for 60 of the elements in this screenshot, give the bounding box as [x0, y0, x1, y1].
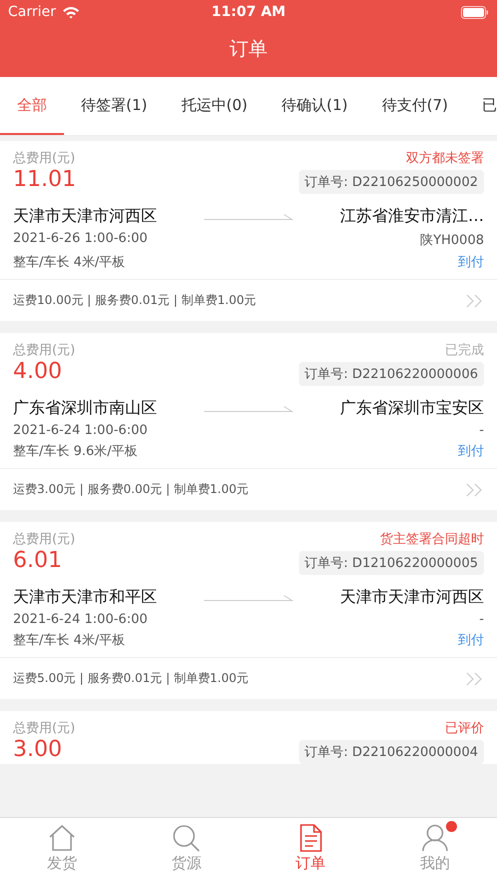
document-icon	[298, 824, 323, 852]
filter-tab[interactable]: 待支付(7)	[364, 77, 465, 135]
total-label: 总费用(元)	[13, 342, 76, 359]
order-status: 双方都未签署	[406, 150, 484, 167]
destination-city: 广东省深圳市宝安区	[340, 398, 484, 419]
fee-breakdown: 运费5.00元 | 服务费0.01元 | 制单费1.00元	[13, 670, 248, 687]
payment-method: 到付	[458, 443, 484, 460]
page-title: 订单	[228, 37, 268, 62]
chevron-icon	[466, 294, 484, 308]
order-card[interactable]: 总费用(元) 11.01 双方都未签署 订单号: D22106250000002 天津市天津市河西区 江苏省淮安市清江… 2021-6-26 1:00-6:00 陕YH0008 整车/车长 4米/平板 到付 运费10.00元 | 服务费0.01元 | 制单费1.00元	[0, 141, 497, 321]
carrier-name: Carrier	[8, 4, 56, 20]
search-icon	[172, 824, 200, 852]
order-card[interactable]: 总费用(元) 4.00 已完成 订单号: D22106220000006 广东省深圳市南山区 广东省深圳市宝安区 2021-6-24 1:00-6:00 - 整车/车长 9.6米/平板 到付 运费3.00元 | 服务费0.00元 | 制单费1.00元	[0, 333, 497, 510]
plate-number: -	[479, 612, 484, 627]
origin-city: 天津市天津市河西区	[13, 206, 157, 227]
person-icon	[420, 824, 449, 852]
plate-number: -	[479, 423, 484, 438]
order-number: 订单号: D22106220000006	[298, 362, 484, 386]
order-status: 货主签署合同超时	[380, 531, 484, 548]
total-label: 总费用(元)	[13, 720, 76, 737]
nav-item[interactable]: 订单	[248, 818, 373, 883]
order-card[interactable]: 总费用(元) 3.00 已评价 订单号: D22106220000004	[0, 711, 497, 764]
pickup-time: 2021-6-26 1:00-6:00	[13, 231, 148, 248]
fee-breakdown: 运费3.00元 | 服务费0.00元 | 制单费1.00元	[13, 481, 248, 498]
wifi-icon	[62, 6, 80, 18]
payment-method: 到付	[458, 632, 484, 649]
clock-time: 11:07 AM	[211, 4, 286, 20]
vehicle-info: 整车/车长 4米/平板	[13, 632, 126, 649]
total-amount: 4.00	[13, 359, 63, 385]
chevron-icon	[466, 672, 484, 686]
filter-tab[interactable]: 托运中(0)	[164, 77, 264, 135]
plate-number: 陕YH0008	[420, 232, 484, 249]
destination-city: 天津市天津市河西区	[340, 587, 484, 608]
total-amount: 11.01	[13, 167, 76, 193]
battery-icon	[461, 6, 489, 18]
filter-tab[interactable]: 已	[465, 77, 497, 135]
filter-tab[interactable]: 待签署(1)	[64, 77, 164, 135]
chevron-icon	[466, 482, 484, 496]
vehicle-info: 整车/车长 9.6米/平板	[13, 443, 138, 460]
destination-city: 江苏省淮安市清江…	[340, 206, 484, 227]
filter-tab[interactable]: 待确认(1)	[264, 77, 365, 135]
order-status: 已完成	[445, 342, 484, 359]
order-number: 订单号: D12106220000005	[298, 551, 484, 575]
fee-breakdown: 运费10.00元 | 服务费0.01元 | 制单费1.00元	[13, 292, 256, 309]
order-number: 订单号: D22106250000002	[298, 170, 484, 194]
order-status: 已评价	[445, 720, 484, 737]
total-label: 总费用(元)	[13, 150, 76, 167]
origin-city: 广东省深圳市南山区	[13, 398, 157, 419]
filter-tab[interactable]: 全部	[0, 77, 64, 135]
order-number: 订单号: D22106220000004	[298, 740, 484, 764]
order-card[interactable]: 总费用(元) 6.01 货主签署合同超时 订单号: D12106220000005 天津市天津市和平区 天津市天津市河西区 2021-6-24 1:00-6:00 - 整车/车长 4米/平板 到付 运费5.00元 | 服务费0.01元 | 制单费1.00元	[0, 522, 497, 699]
pickup-time: 2021-6-24 1:00-6:00	[13, 423, 148, 438]
total-amount: 6.01	[13, 548, 63, 574]
pickup-time: 2021-6-24 1:00-6:00	[13, 612, 148, 627]
total-label: 总费用(元)	[13, 531, 76, 548]
home-icon	[48, 824, 76, 852]
vehicle-info: 整车/车长 4米/平板	[13, 254, 126, 271]
total-amount: 3.00	[13, 737, 63, 763]
origin-city: 天津市天津市和平区	[13, 587, 157, 608]
payment-method: 到付	[458, 254, 484, 271]
